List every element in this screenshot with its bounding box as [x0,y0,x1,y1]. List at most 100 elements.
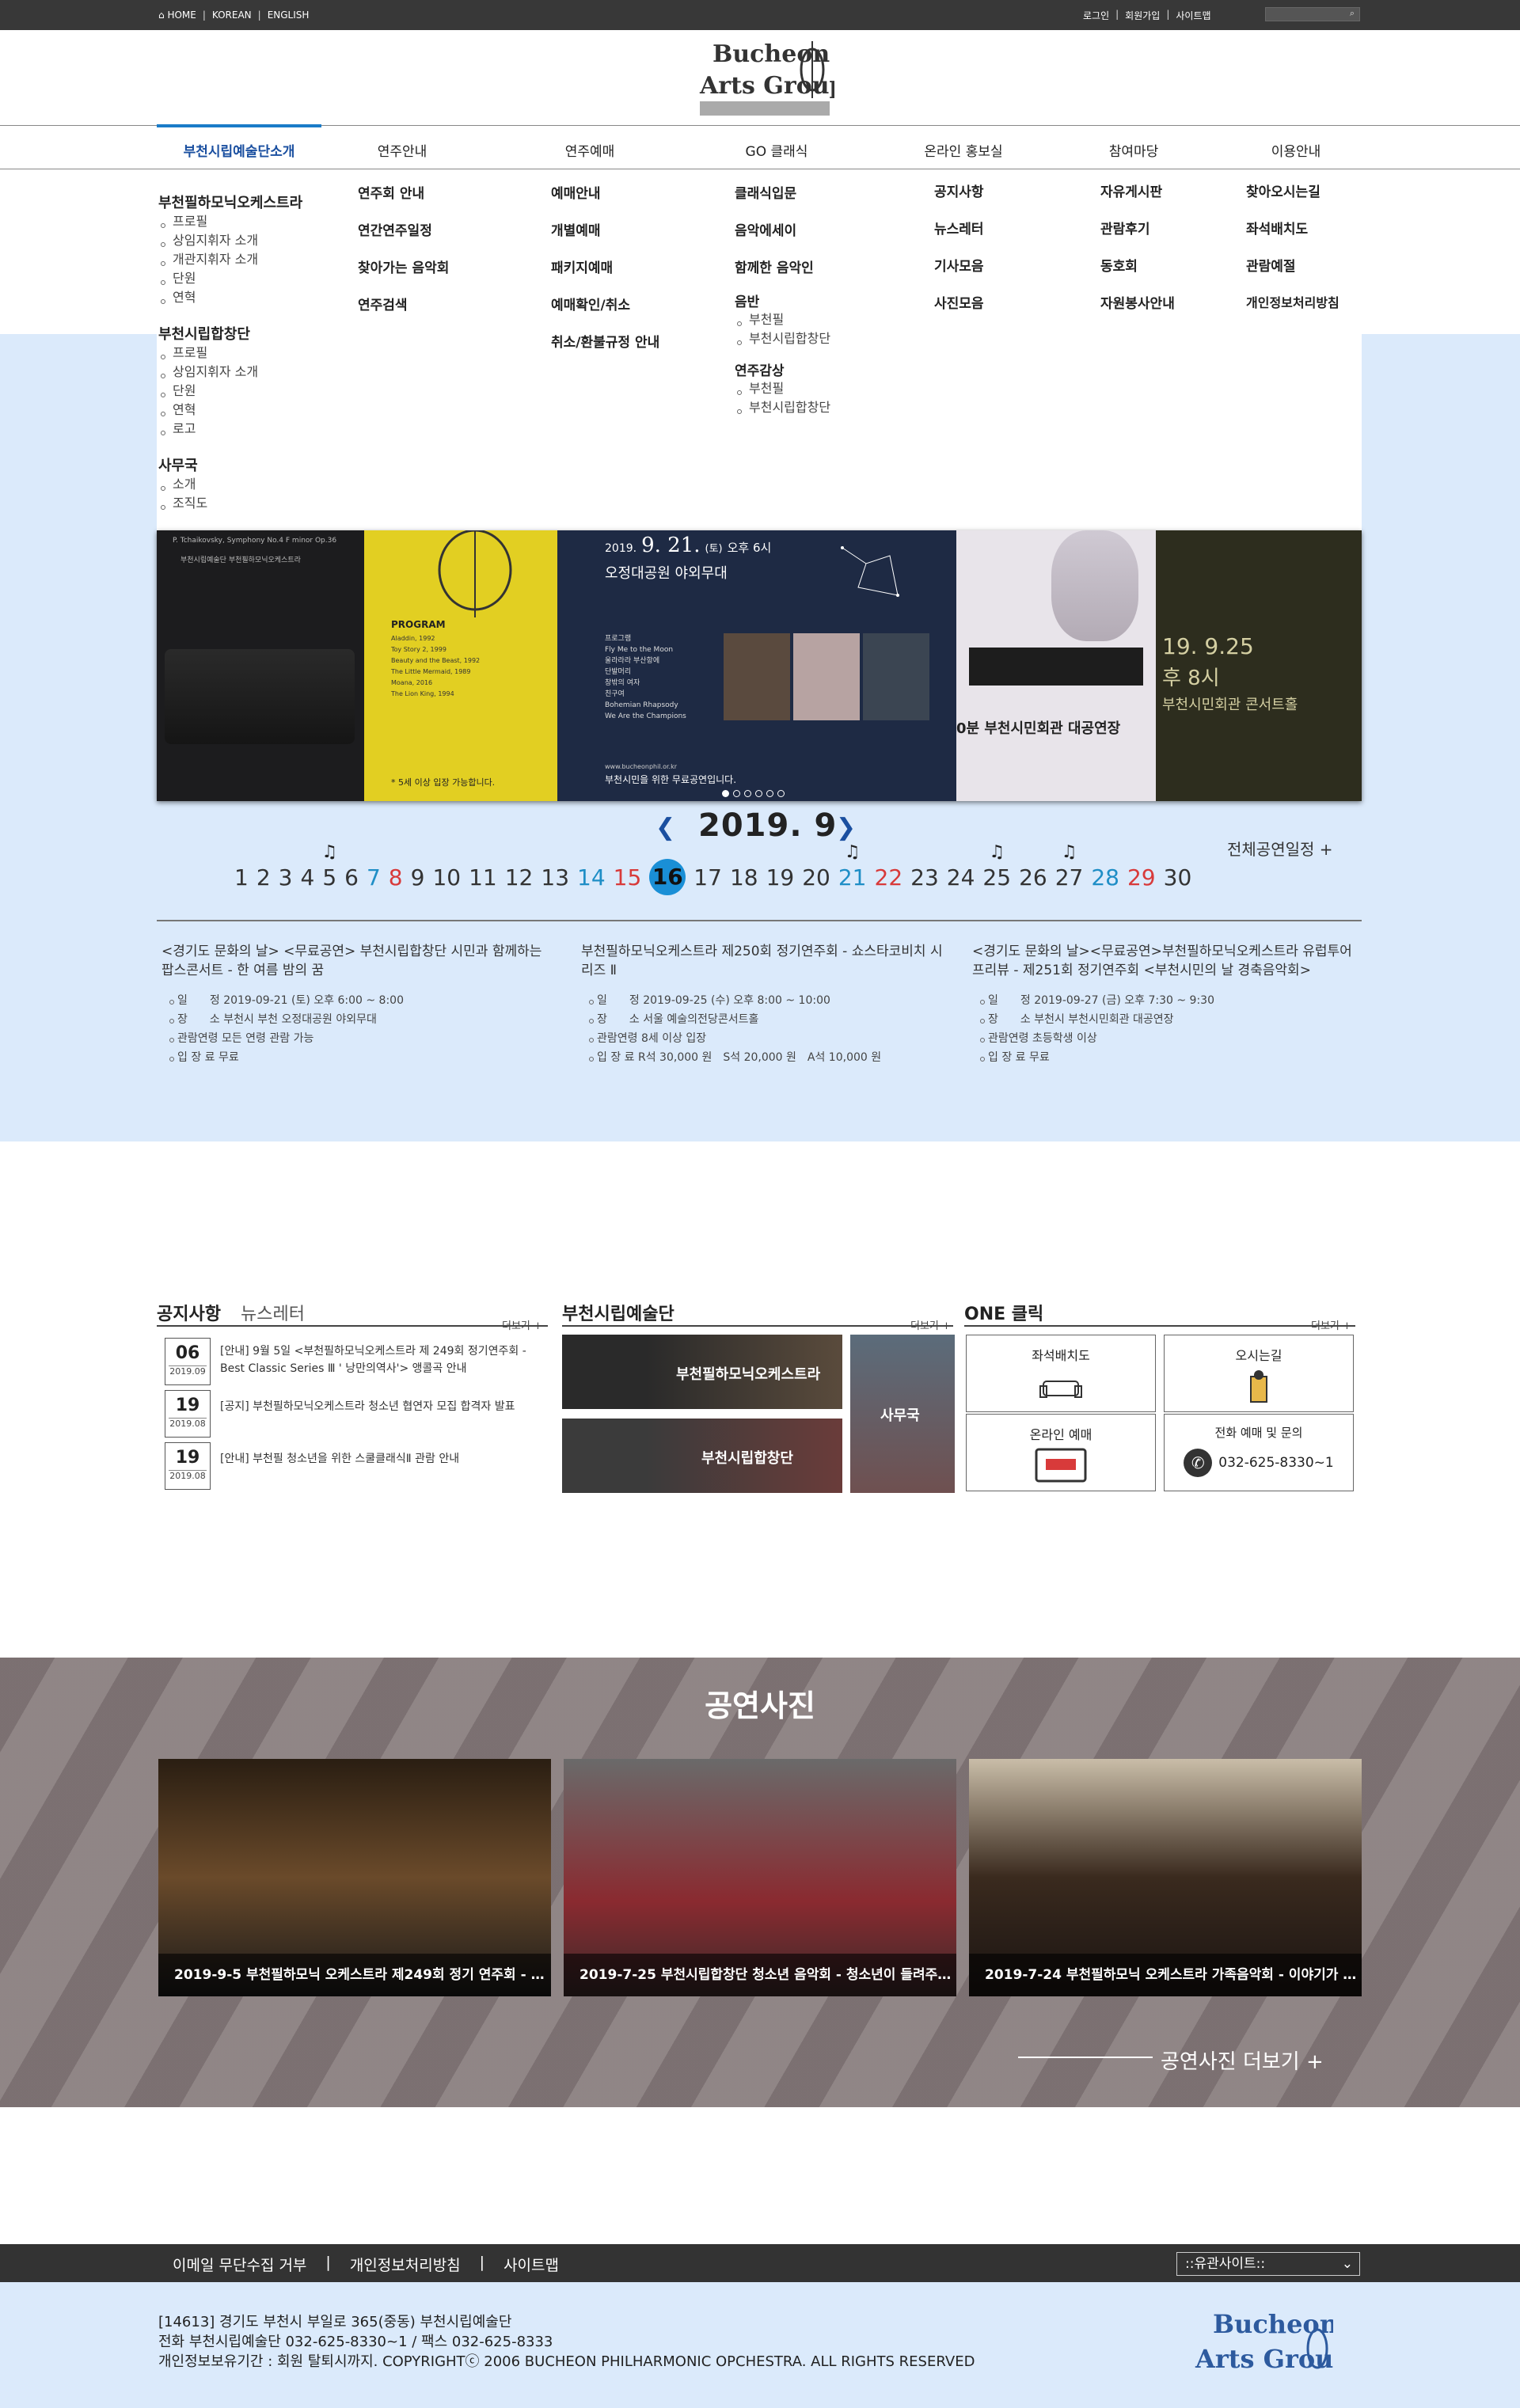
dd-item[interactable]: 음악에세이 [735,219,830,239]
dd-sub[interactable]: 단원 [158,382,302,401]
banner-panel-pops-concert[interactable]: 2019. 9. 21. (토) 오후 6시 오정대공원 야외무대 프로그램 F… [557,530,956,801]
dd-item[interactable]: 예매확인/취소 [551,294,659,313]
notice-row[interactable]: 19 2019.08 [공지] 부천필하모닉오케스트라 청소년 협연자 모집 합격… [165,1390,545,1442]
dd-group-listen[interactable]: 연주감상 [735,359,830,379]
photo-card[interactable]: 2019-9-5 부천필하모닉 오케스트라 제249회 정기 연주회 - Bes… [158,1759,551,1996]
notice-title[interactable]: [공지] 부천필하모닉오케스트라 청소년 협연자 모집 합격자 발표 [220,1398,545,1415]
concert-banner-carousel[interactable]: P. Tchaikovsky, Symphony No.4 F minor Op… [157,530,1362,801]
calendar-day[interactable]: 7 [367,864,381,891]
dd-item[interactable]: 개인정보처리방침 [1246,292,1340,311]
calendar-day[interactable]: 18 [730,864,758,891]
notice-row[interactable]: 19 2019.08 [안내] 부천필 청소년을 위한 스쿨클래식Ⅱ 관람 안내 [165,1442,545,1495]
banner-panel-shakespeare[interactable]: 0분 부천시민회관 대공연장 [956,530,1156,801]
calendar-day[interactable]: 15 [614,864,642,891]
tab-newsletter[interactable]: 뉴스레터 [241,1300,305,1325]
footer-logo[interactable]: Bucheon Arts Group [1191,2300,1333,2387]
directions-button[interactable]: 오시는길 [1164,1335,1354,1412]
gnb-guide[interactable]: 이용안내 [1233,140,1359,160]
calendar-next-button[interactable]: ❯ [836,814,856,841]
tab-notice[interactable]: 공지사항 [157,1300,221,1325]
gnb-community[interactable]: 참여마당 [1070,140,1197,160]
dd-item[interactable]: 클래식입문 [735,182,830,202]
dd-sub[interactable]: 부천시립합창단 [735,329,830,348]
calendar-day[interactable]: 14 [577,864,606,891]
dd-item[interactable]: 찾아오시는길 [1246,180,1340,200]
event-item[interactable]: <경기도 문화의 날><무료공연>부천필하모닉오케스트라 유럽투어 프리뷰 - … [972,942,1360,1067]
seat-map-button[interactable]: 좌석배치도 [966,1335,1156,1412]
dd-item[interactable]: 기사모음 [934,255,984,275]
dd-sub[interactable]: 로고 [158,420,302,439]
gnb-ticketing[interactable]: 연주예매 [526,140,653,160]
dd-item[interactable]: 자원봉사안내 [1100,292,1175,312]
banner-panel-disney[interactable]: PROGRAM Aladdin, 1992 Toy Story 2, 1999 Be… [364,530,557,801]
dd-sub[interactable]: 연혁 [158,401,302,420]
calendar-day[interactable]: 11 [469,864,497,891]
calendar-day[interactable]: 2 [256,864,271,891]
calendar-day[interactable]: 19 [766,864,795,891]
site-logo[interactable]: Bucheon Arts Group [695,38,846,120]
calendar-day[interactable]: 9 [411,864,425,891]
dd-item[interactable]: 연주회 안내 [358,182,449,202]
calendar-day[interactable]: 30 [1164,864,1192,891]
dd-sub[interactable]: 단원 [158,269,302,288]
dd-item[interactable]: 관람후기 [1100,218,1175,237]
dd-item[interactable]: 연간연주일정 [358,219,449,239]
event-item[interactable]: <경기도 문화의 날> <무료공연> 부천시립합창단 시민과 함께하는 팝스콘서… [162,942,557,1067]
dd-item[interactable]: 찾아가는 음악회 [358,256,449,276]
dd-item[interactable]: 개별예매 [551,219,659,239]
calendar-day[interactable]: 22 [875,864,903,891]
photo-card[interactable]: 2019-7-25 부천시립합창단 청소년 음악회 - 청소년이 들려주는 이야… [564,1759,956,1996]
orchestra-card[interactable]: 부천필하모닉오케스트라 [562,1335,842,1409]
photo-card[interactable]: 2019-7-24 부천필하모닉 오케스트라 가족음악회 - 이야기가 있는 음… [969,1759,1362,1996]
dd-sub[interactable]: 부천필 [735,310,830,329]
calendar-day[interactable]: 28 [1091,864,1119,891]
dd-sub[interactable]: 상임지휘자 소개 [158,363,302,382]
dd-sub[interactable]: 부천필 [735,379,830,398]
calendar-day[interactable]: 20 [802,864,830,891]
office-card[interactable]: 사무국 [850,1335,955,1493]
calendar-day[interactable]: 29 [1127,864,1156,891]
dd-sub[interactable]: 조직도 [158,494,302,513]
dd-item[interactable]: 예매안내 [551,182,659,202]
dd-item[interactable]: 공지사항 [934,180,984,200]
notice-title[interactable]: [안내] 부천필 청소년을 위한 스쿨클래식Ⅱ 관람 안내 [220,1450,545,1468]
calendar-day-today[interactable]: 16 [649,859,686,895]
photo-more-link[interactable]: 공연사진 더보기 + [1161,2045,1324,2075]
sitemap-link[interactable]: 사이트맵 [1176,9,1210,22]
dd-item[interactable]: 동호회 [1100,255,1175,275]
join-link[interactable]: 회원가입 [1125,9,1160,22]
notice-row[interactable]: 06 2019.09 [안내] 9월 5일 <부천필하모닉오케스트라 제 249회… [165,1338,545,1390]
gnb-pr[interactable]: 온라인 홍보실 [900,140,1027,160]
dd-item[interactable]: 좌석배치도 [1246,218,1340,237]
dd-group-album[interactable]: 음반 [735,291,830,310]
dd-sub[interactable]: 연혁 [158,288,302,307]
notice-title[interactable]: [안내] 9월 5일 <부천필하모닉오케스트라 제 249회 정기연주회 -Be… [220,1343,545,1377]
dd-group-orchestra[interactable]: 부천필하모닉오케스트라 [158,192,302,212]
calendar-day[interactable]: 13 [541,864,569,891]
calendar-day[interactable]: 10 [432,864,461,891]
dd-sub[interactable]: 부천시립합창단 [735,398,830,417]
event-title[interactable]: 부천필하모닉오케스트라 제250회 정기연주회 - 쇼스타코비치 시리즈 Ⅱ [581,942,953,980]
korean-link[interactable]: KOREAN [212,9,252,21]
english-link[interactable]: ENGLISH [268,9,310,21]
gnb-concert-info[interactable]: 연주안내 [339,140,466,160]
dd-group-choir[interactable]: 부천시립합창단 [158,323,302,344]
dd-sub[interactable]: 상임지휘자 소개 [158,231,302,250]
footer-email-link[interactable]: 이메일 무단수집 거부 [173,2254,306,2275]
dd-item[interactable]: 자유게시판 [1100,180,1175,200]
all-schedule-link[interactable]: 전체공연일정 + [1227,837,1333,860]
notice-more-link[interactable]: 더보기 + [502,1317,542,1332]
home-link[interactable]: ⌂ HOME [158,9,196,21]
carousel-dots[interactable] [722,790,785,797]
dd-item[interactable]: 관람예절 [1246,255,1340,275]
calendar-day[interactable]: 6 [344,864,359,891]
calendar-prev-button[interactable]: ❮ [656,814,675,841]
event-title[interactable]: <경기도 문화의 날> <무료공연> 부천시립합창단 시민과 함께하는 팝스콘서… [162,942,557,980]
banner-panel-orchestra[interactable]: P. Tchaikovsky, Symphony No.4 F minor Op… [157,530,364,801]
dd-item[interactable]: 함께한 음악인 [735,256,830,276]
ensemble-more-link[interactable]: 더보기 + [910,1317,951,1332]
choir-card[interactable]: 부천시립합창단 [562,1419,842,1493]
calendar-day[interactable]: 24 [947,864,975,891]
related-sites-select[interactable]: ::유관사이트:: ⌄ [1176,2252,1360,2276]
calendar-day[interactable]: 23 [910,864,939,891]
